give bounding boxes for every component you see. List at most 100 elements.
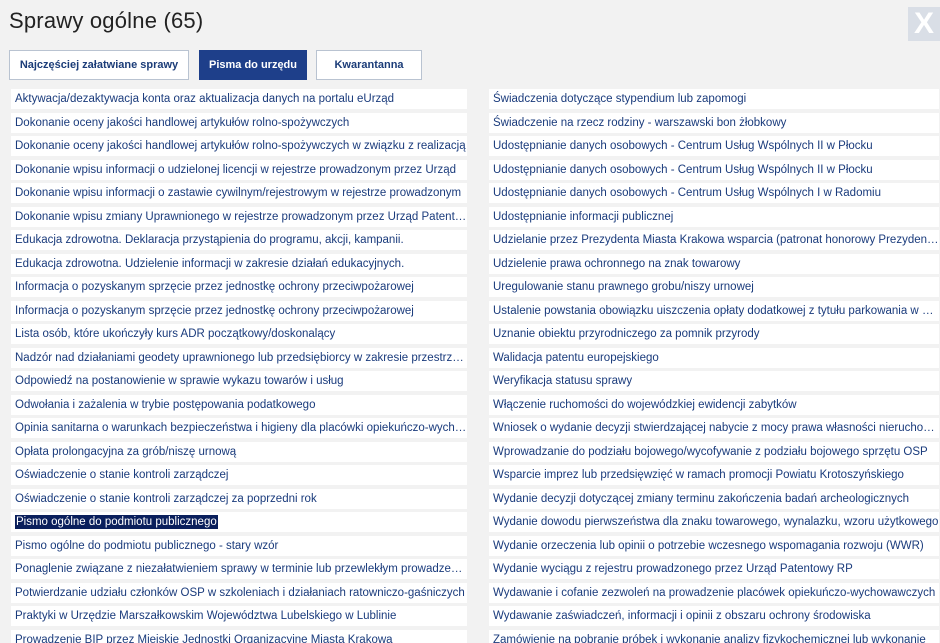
- list-item[interactable]: Oświadczenie o stanie kontroli zarządcze…: [11, 488, 467, 509]
- list-item[interactable]: Udostępnianie danych osobowych - Centrum…: [489, 136, 939, 156]
- list-item[interactable]: Nadzór nad działaniami geodety uprawnion…: [11, 347, 467, 368]
- list-item[interactable]: Wsparcie imprez lub przedsięwzięć w rama…: [489, 465, 939, 485]
- list-item[interactable]: Wydanie dowodu pierwszeństwa dla znaku t…: [489, 512, 939, 532]
- list-item-label: Uznanie obiektu przyrodniczego za pomnik…: [493, 328, 760, 340]
- list-item-label: Opinia sanitarna o warunkach bezpieczeńs…: [15, 422, 467, 434]
- list-item[interactable]: Wydanie orzeczenia lub opinii o potrzebi…: [489, 535, 939, 556]
- list-item[interactable]: Odwołania i zażalenia w trybie postępowa…: [11, 394, 467, 415]
- tab-letters[interactable]: Pisma do urzędu: [199, 50, 307, 80]
- list-item-label: Oświadczenie o stanie kontroli zarządcze…: [15, 469, 229, 481]
- list-item-label: Uregulowanie stanu prawnego grobu/niszy …: [493, 281, 754, 293]
- list-item-label: Dokonanie wpisu informacji o udzielonej …: [15, 163, 457, 176]
- list-item-label: Informacja o pozyskanym sprzęcie przez j…: [15, 281, 414, 293]
- list-item[interactable]: Opłata prolongacyjna za grób/niszę urnow…: [11, 441, 467, 462]
- list-item[interactable]: Wydanie decyzji dotyczącej zmiany termin…: [489, 488, 939, 509]
- list-item[interactable]: Dokonanie wpisu zmiany Uprawnionego w re…: [11, 206, 467, 227]
- list-item-label: Udostępnianie danych osobowych - Centrum…: [493, 187, 881, 199]
- list-item[interactable]: Praktyki w Urzędzie Marszałkowskim Wojew…: [11, 606, 467, 626]
- list-item[interactable]: Wniosek o wydanie decyzji stwierdzającej…: [489, 418, 939, 438]
- list-item-label: Nadzór nad działaniami geodety uprawnion…: [15, 351, 467, 364]
- list-item-label: Wydanie wyciągu z rejestru prowadzonego …: [493, 563, 853, 575]
- list-item-label: Wniosek o wydanie decyzji stwierdzającej…: [493, 422, 939, 434]
- list-item-label: Udostępnianie informacji publicznej: [493, 210, 674, 223]
- list-item[interactable]: Wydanie wyciągu z rejestru prowadzonego …: [489, 559, 939, 579]
- list-item[interactable]: Weryfikacja statusu sprawy: [489, 371, 939, 391]
- list-item-label: Wprowadzanie do podziału bojowego/wycofy…: [493, 445, 928, 458]
- list-item[interactable]: Świadczenie na rzecz rodziny - warszawsk…: [489, 112, 939, 133]
- list-item-label: Walidacja patentu europejskiego: [493, 351, 659, 364]
- list-item[interactable]: Walidacja patentu europejskiego: [489, 347, 939, 368]
- list-item[interactable]: Dokonanie oceny jakości handlowej artyku…: [11, 112, 467, 133]
- list-item-label: Lista osób, które ukończyły kurs ADR poc…: [15, 328, 336, 340]
- list-item[interactable]: Pismo ogólne do podmiotu publicznego: [11, 512, 467, 532]
- list-item[interactable]: Udzielenie prawa ochronnego na znak towa…: [489, 253, 939, 274]
- list-item[interactable]: Informacja o pozyskanym sprzęcie przez j…: [11, 277, 467, 297]
- list-item[interactable]: Ponaglenie związane z niezałatwieniem sp…: [11, 559, 467, 579]
- tab-frequent[interactable]: Najczęściej załatwiane sprawy: [9, 50, 189, 80]
- dialog: Sprawy ogólne (65) X Najczęściej załatwi…: [0, 0, 940, 643]
- list-item[interactable]: Dokonanie wpisu informacji o zastawie cy…: [11, 183, 467, 203]
- list-item[interactable]: Opinia sanitarna o warunkach bezpieczeńs…: [11, 418, 467, 438]
- list-item-label: Wydanie orzeczenia lub opinii o potrzebi…: [493, 539, 924, 552]
- list-item[interactable]: Aktywacja/dezaktywacja konta oraz aktual…: [11, 89, 467, 109]
- list-item[interactable]: Wprowadzanie do podziału bojowego/wycofy…: [489, 441, 939, 462]
- list-item-label: Udzielenie prawa ochronnego na znak towa…: [493, 257, 741, 270]
- list-item-label: Wydawanie i cofanie zezwoleń na prowadze…: [493, 586, 936, 599]
- list-item[interactable]: Wydawanie i cofanie zezwoleń na prowadze…: [489, 582, 939, 603]
- list-item-label: Oświadczenie o stanie kontroli zarządcze…: [15, 492, 317, 505]
- list-item[interactable]: Udzielanie przez Prezydenta Miasta Krako…: [489, 230, 939, 250]
- list-item[interactable]: Zamówienie na pobranie próbek i wykonani…: [489, 629, 939, 643]
- list-item[interactable]: Informacja o pozyskanym sprzęcie przez j…: [11, 300, 467, 321]
- list-item-label: Odwołania i zażalenia w trybie postępowa…: [15, 398, 316, 411]
- tab-quarantine[interactable]: Kwarantanna: [316, 50, 422, 80]
- right-case-list: Świadczenia dotyczące stypendium lub zap…: [489, 89, 939, 643]
- list-item-label: Dokonanie wpisu zmiany Uprawnionego w re…: [15, 210, 467, 223]
- list-item[interactable]: Ustalenie powstania obowiązku uiszczenia…: [489, 300, 939, 321]
- list-item[interactable]: Włączenie ruchomości do wojewódzkiej ewi…: [489, 394, 939, 415]
- list-item-label: Ustalenie powstania obowiązku uiszczenia…: [493, 304, 939, 317]
- list-item[interactable]: Udostępnianie danych osobowych - Centrum…: [489, 183, 939, 203]
- list-item[interactable]: Wydawanie zaświadczeń, informacji i opin…: [489, 606, 939, 626]
- list-item-label: Ponaglenie związane z niezałatwieniem sp…: [15, 563, 467, 575]
- list-item[interactable]: Świadczenia dotyczące stypendium lub zap…: [489, 89, 939, 109]
- list-item-label: Prowadzenie BIP przez Miejskie Jednostki…: [15, 633, 393, 643]
- list-item-label: Odpowiedź na postanowienie w sprawie wyk…: [15, 375, 344, 387]
- list-item-label: Dokonanie oceny jakości handlowej artyku…: [15, 140, 466, 152]
- list-item[interactable]: Uznanie obiektu przyrodniczego za pomnik…: [489, 324, 939, 344]
- list-item-label: Wydanie decyzji dotyczącej zmiany termin…: [493, 492, 910, 505]
- list-item[interactable]: Udostępnianie danych osobowych - Centrum…: [489, 159, 939, 180]
- list-item-label: Wydanie dowodu pierwszeństwa dla znaku t…: [493, 516, 939, 528]
- list-item[interactable]: Odpowiedź na postanowienie w sprawie wyk…: [11, 371, 467, 391]
- list-item-label: Włączenie ruchomości do wojewódzkiej ewi…: [493, 398, 797, 411]
- list-item-label: Edukacja zdrowotna. Deklaracja przystąpi…: [15, 234, 404, 246]
- list-item-label: Wydawanie zaświadczeń, informacji i opin…: [493, 610, 871, 622]
- list-item-label: Dokonanie wpisu informacji o zastawie cy…: [15, 187, 462, 199]
- list-item[interactable]: Uregulowanie stanu prawnego grobu/niszy …: [489, 277, 939, 297]
- left-case-list: Aktywacja/dezaktywacja konta oraz aktual…: [11, 89, 467, 643]
- list-item[interactable]: Dokonanie wpisu informacji o udzielonej …: [11, 159, 467, 180]
- list-item-label: Zamówienie na pobranie próbek i wykonani…: [493, 633, 926, 643]
- list-item-label: Aktywacja/dezaktywacja konta oraz aktual…: [15, 93, 395, 105]
- list-item-label: Informacja o pozyskanym sprzęcie przez j…: [15, 304, 414, 317]
- list-item[interactable]: Lista osób, które ukończyły kurs ADR poc…: [11, 324, 467, 344]
- dialog-title: Sprawy ogólne (65): [9, 8, 204, 33]
- list-item-label: Opłata prolongacyjna za grób/niszę urnow…: [15, 445, 237, 458]
- list-item-label: Udzielanie przez Prezydenta Miasta Krako…: [493, 234, 939, 246]
- list-item-label: Świadczenie na rzecz rodziny - warszawsk…: [493, 116, 787, 129]
- list-item[interactable]: Oświadczenie o stanie kontroli zarządcze…: [11, 465, 467, 485]
- list-item-label: Praktyki w Urzędzie Marszałkowskim Wojew…: [15, 610, 397, 622]
- list-item-label: Udostępnianie danych osobowych - Centrum…: [493, 163, 873, 176]
- list-item[interactable]: Pismo ogólne do podmiotu publicznego - s…: [11, 535, 467, 556]
- list-item-label: Świadczenia dotyczące stypendium lub zap…: [493, 93, 747, 105]
- list-item[interactable]: Udostępnianie informacji publicznej: [489, 206, 939, 227]
- list-item[interactable]: Edukacja zdrowotna. Deklaracja przystąpi…: [11, 230, 467, 250]
- list-item[interactable]: Prowadzenie BIP przez Miejskie Jednostki…: [11, 629, 467, 643]
- list-item[interactable]: Edukacja zdrowotna. Udzielenie informacj…: [11, 253, 467, 274]
- list-item[interactable]: Potwierdzanie udziału członków OSP w szk…: [11, 582, 467, 603]
- list-item[interactable]: Dokonanie oceny jakości handlowej artyku…: [11, 136, 467, 156]
- list-item-label: Pismo ogólne do podmiotu publicznego - s…: [15, 539, 279, 552]
- list-item-label: Dokonanie oceny jakości handlowej artyku…: [15, 116, 350, 129]
- close-button[interactable]: X: [908, 7, 940, 41]
- list-item-label: Udostępnianie danych osobowych - Centrum…: [493, 140, 873, 152]
- list-item-label: Wsparcie imprez lub przedsięwzięć w rama…: [493, 469, 904, 481]
